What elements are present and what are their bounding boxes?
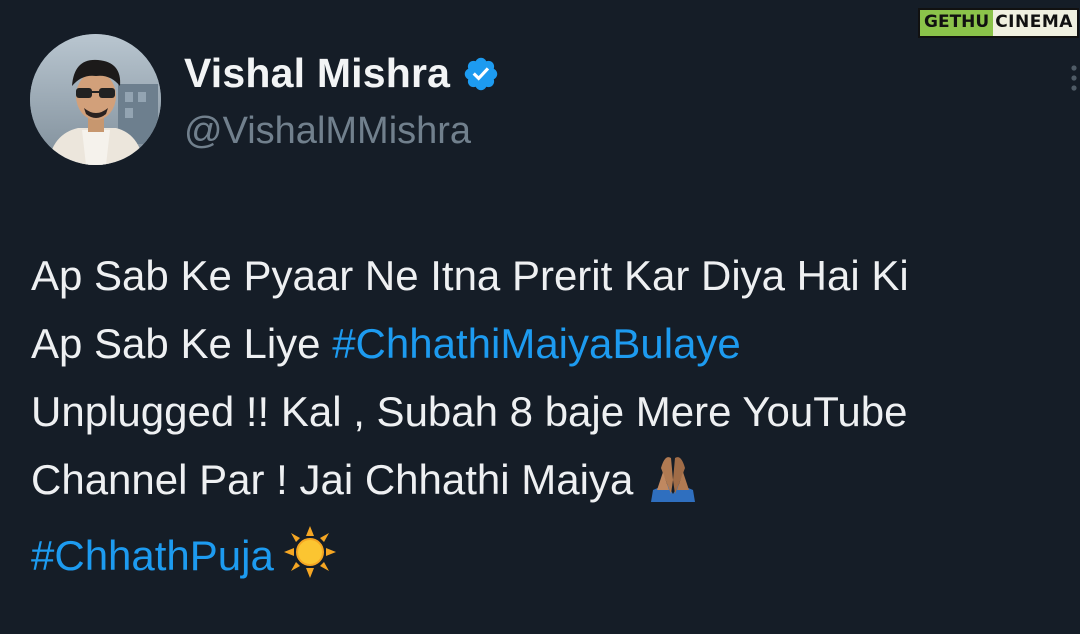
tweet-line-text: Ap Sab Ke Liye	[31, 320, 333, 367]
author-handle[interactable]: @VishalMMishra	[184, 110, 471, 153]
avatar[interactable]	[30, 34, 161, 165]
tweet-line: Ap Sab Ke Pyaar Ne Itna Prerit Kar Diya …	[31, 252, 909, 299]
hashtag-link[interactable]: #ChhathPuja	[31, 532, 274, 579]
hashtag-link[interactable]: #ChhathiMaiyaBulaye	[332, 320, 741, 367]
watermark-part1: GETHU	[920, 10, 994, 36]
author-name-row[interactable]: Vishal Mishra	[184, 50, 500, 97]
folded-hands-emoji-icon	[643, 450, 703, 522]
tweet-line-text: Channel Par ! Jai Chhathi Maiya	[31, 456, 634, 503]
tweet-line: Unplugged !! Kal , Subah 8 baje Mere You…	[31, 388, 908, 435]
tweet-line: #ChhathPuja	[31, 522, 1071, 598]
tweet-line: Ap Sab Ke Liye #ChhathiMaiyaBulaye	[31, 310, 1071, 378]
sun-emoji-icon	[283, 526, 336, 598]
tweet-text: Ap Sab Ke Pyaar Ne Itna Prerit Kar Diya …	[31, 242, 1071, 598]
verified-badge-icon	[462, 55, 500, 93]
author-name[interactable]: Vishal Mishra	[184, 50, 450, 97]
tweet-line: Channel Par ! Jai Chhathi Maiya	[31, 446, 1071, 522]
watermark-part2: CINEMA	[993, 10, 1077, 36]
watermark-logo: GETHU CINEMA	[918, 8, 1079, 38]
more-options-icon[interactable]	[1068, 63, 1080, 93]
avatar-photo-icon	[30, 34, 161, 165]
